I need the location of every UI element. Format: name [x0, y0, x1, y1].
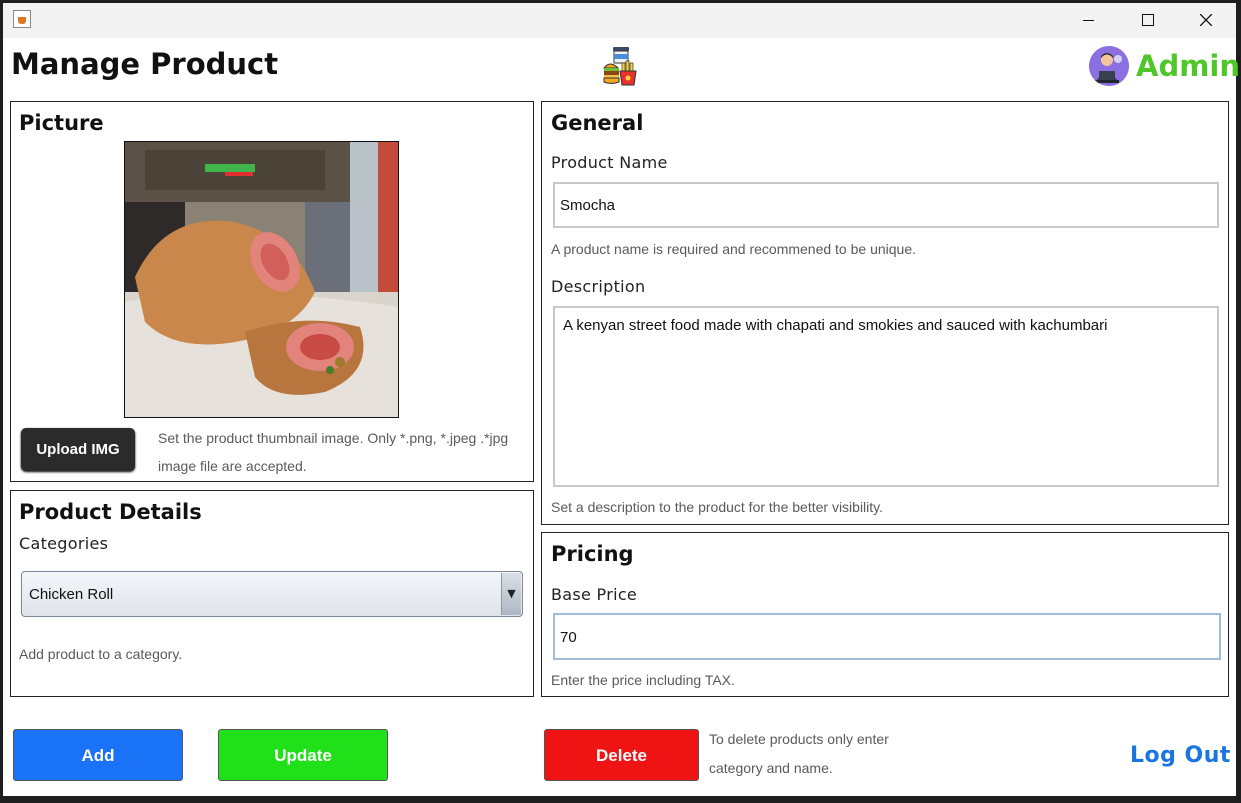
base-price-label: Base Price: [551, 585, 638, 604]
delete-button[interactable]: Delete: [544, 729, 699, 781]
product-name-label: Product Name: [551, 153, 668, 172]
add-button[interactable]: Add: [13, 729, 183, 781]
description-hint: Set a description to the product for the…: [551, 499, 884, 515]
page-title: Manage Product: [11, 47, 279, 81]
description-label: Description: [551, 277, 646, 296]
description-textarea[interactable]: A kenyan street food made with chapati a…: [553, 306, 1219, 487]
close-window-button[interactable]: [1177, 3, 1235, 38]
picture-panel-title: Picture: [19, 111, 104, 135]
title-bar: [3, 3, 1236, 38]
general-panel-title: General: [551, 111, 644, 135]
picture-panel: Picture Upload IMG Set the product thumb…: [10, 101, 534, 482]
java-app-icon: [13, 10, 31, 28]
admin-avatar-icon: [1089, 46, 1129, 86]
pricing-panel: Pricing Base Price 70 Enter the price in…: [541, 532, 1229, 697]
upload-image-button[interactable]: Upload IMG: [21, 428, 135, 471]
product-name-input[interactable]: Smocha: [553, 182, 1219, 228]
update-button[interactable]: Update: [218, 729, 388, 781]
product-image: [124, 141, 399, 418]
categories-label: Categories: [19, 534, 109, 553]
admin-user-label: Admin: [1136, 49, 1241, 83]
logout-button[interactable]: Log Out: [1130, 743, 1231, 768]
category-select[interactable]: Chicken Roll ▼: [21, 571, 523, 617]
product-details-panel: Product Details Categories Chicken Roll …: [10, 490, 534, 697]
minimize-button[interactable]: [1059, 3, 1117, 38]
delete-hint: To delete products only enter category a…: [709, 731, 889, 776]
base-price-input[interactable]: 70: [553, 613, 1221, 660]
category-selected-value: Chicken Roll: [29, 586, 114, 603]
product-name-hint: A product name is required and recommene…: [551, 241, 917, 257]
maximize-button[interactable]: [1118, 3, 1176, 38]
picture-hint: Set the product thumbnail image. Only *.…: [158, 430, 509, 474]
dropdown-arrow-icon[interactable]: ▼: [501, 573, 521, 615]
fast-food-icon: [602, 47, 637, 86]
pricing-panel-title: Pricing: [551, 542, 634, 566]
category-hint: Add product to a category.: [19, 646, 183, 662]
close-icon: [1200, 14, 1212, 26]
app-window: Manage Product Admin Picture Upload IMG …: [3, 3, 1240, 796]
product-details-title: Product Details: [19, 500, 202, 524]
base-price-hint: Enter the price including TAX.: [551, 672, 735, 688]
general-panel: General Product Name Smocha A product na…: [541, 101, 1229, 525]
